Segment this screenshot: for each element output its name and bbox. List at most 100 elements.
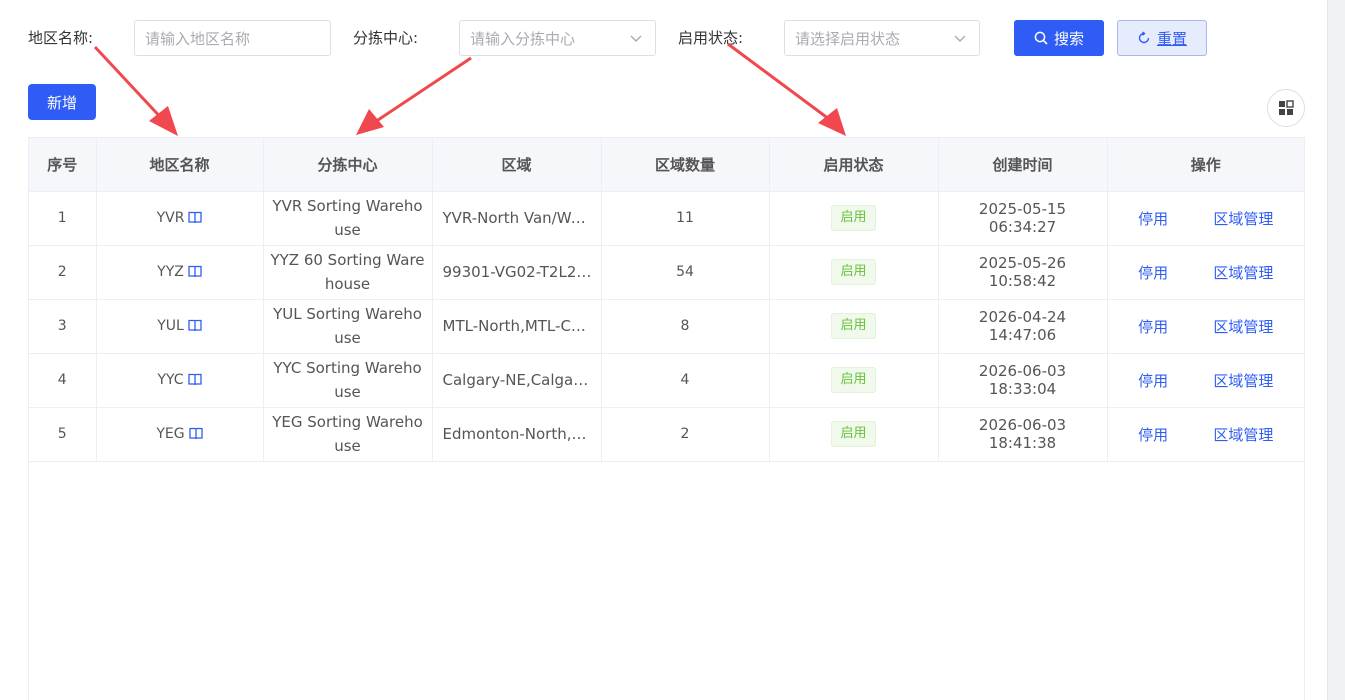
annotation-arrowhead	[356, 109, 384, 135]
center-label: 分拣中心:	[353, 29, 419, 47]
row-status: 启用	[769, 191, 939, 246]
chevron-down-icon	[954, 35, 966, 42]
page-scrollbar-gutter	[1327, 0, 1345, 700]
book-icon[interactable]	[187, 373, 202, 386]
status-badge: 启用	[831, 367, 876, 393]
row-created: 2026-06-03 18:33:04	[938, 353, 1108, 408]
table-row: 2 YYZ YYZ 60 Sorting Warehouse 99301-VG0…	[29, 245, 1304, 300]
data-table: 序号 地区名称 分拣中心 区域 区域数量 启用状态 创建时间 操作 1 YVR …	[28, 137, 1305, 700]
header-region-count: 区域数量	[601, 138, 770, 192]
book-icon[interactable]	[188, 427, 203, 440]
search-button[interactable]: 搜索	[1014, 20, 1104, 56]
header-actions: 操作	[1107, 138, 1304, 192]
book-icon[interactable]	[188, 265, 202, 278]
table-row: 4 YYC YYC Sorting Warehouse Calgary-NE,C…	[29, 353, 1304, 408]
annotation-arrowhead	[149, 106, 178, 136]
manage-region-link[interactable]: 区域管理	[1213, 370, 1273, 391]
row-center: YVR Sorting Warehouse	[263, 191, 433, 246]
status-badge: 启用	[831, 205, 876, 231]
row-actions: 停用 区域管理	[1107, 245, 1304, 300]
center-select[interactable]: 请输入分拣中心	[459, 20, 656, 56]
row-created: 2026-06-03 18:41:38	[938, 407, 1108, 462]
row-region-name: YVR	[96, 191, 264, 246]
row-created: 2025-05-15 06:34:27	[938, 191, 1108, 246]
row-index: 3	[29, 299, 97, 354]
row-actions: 停用 区域管理	[1107, 353, 1304, 408]
disable-link[interactable]: 停用	[1138, 208, 1168, 229]
grid-icon	[1279, 100, 1294, 115]
manage-region-link[interactable]: 区域管理	[1213, 316, 1273, 337]
add-button[interactable]: 新增	[28, 84, 96, 120]
region-code: YUL	[157, 318, 184, 334]
column-settings-button[interactable]	[1267, 89, 1305, 127]
row-region: YVR-North Van/We...	[432, 191, 602, 246]
disable-link[interactable]: 停用	[1138, 370, 1168, 391]
row-actions: 停用 区域管理	[1107, 299, 1304, 354]
search-button-label: 搜索	[1053, 29, 1084, 48]
region-code: YYC	[157, 372, 184, 388]
row-region: Calgary-NE,Calgary...	[432, 353, 602, 408]
manage-region-link[interactable]: 区域管理	[1213, 262, 1273, 283]
disable-link[interactable]: 停用	[1138, 262, 1168, 283]
row-status: 启用	[769, 299, 939, 354]
row-actions: 停用 区域管理	[1107, 191, 1304, 246]
annotation-arrow	[371, 56, 472, 126]
row-created: 2026-04-24 14:47:06	[938, 299, 1108, 354]
row-count: 4	[601, 353, 770, 408]
refresh-icon	[1138, 31, 1150, 44]
annotation-arrow	[93, 45, 167, 124]
disable-link[interactable]: 停用	[1138, 316, 1168, 337]
region-code: YEG	[156, 426, 185, 442]
row-status: 启用	[769, 245, 939, 300]
region-name-placeholder: 请输入地区名称	[145, 30, 251, 48]
search-icon	[1034, 31, 1048, 45]
manage-region-link[interactable]: 区域管理	[1213, 208, 1273, 229]
row-status: 启用	[769, 353, 939, 408]
row-count: 11	[601, 191, 770, 246]
table-row: 1 YVR YVR Sorting Warehouse YVR-North Va…	[29, 191, 1304, 246]
header-status: 启用状态	[769, 138, 939, 192]
table-row: 5 YEG YEG Sorting Warehouse Edmonton-Nor…	[29, 407, 1304, 462]
reset-button[interactable]: 重置	[1117, 20, 1207, 56]
header-region: 区域	[432, 138, 602, 192]
row-actions: 停用 区域管理	[1107, 407, 1304, 462]
annotation-arrowhead	[818, 108, 846, 136]
row-status: 启用	[769, 407, 939, 462]
manage-region-link[interactable]: 区域管理	[1213, 424, 1273, 445]
row-count: 2	[601, 407, 770, 462]
status-placeholder: 请选择启用状态	[795, 30, 901, 48]
status-badge: 启用	[831, 259, 876, 285]
row-region-name: YUL	[96, 299, 264, 354]
row-region-name: YEG	[96, 407, 264, 462]
region-name-input[interactable]: 请输入地区名称	[134, 20, 331, 56]
row-region-name: YYZ	[96, 245, 264, 300]
row-region: 99301-VG02-T2L21,...	[432, 245, 602, 300]
chevron-down-icon	[630, 35, 642, 42]
disable-link[interactable]: 停用	[1138, 424, 1168, 445]
row-center: YYZ 60 Sorting Warehouse	[263, 245, 433, 300]
row-index: 5	[29, 407, 97, 462]
row-region-name: YYC	[96, 353, 264, 408]
row-index: 1	[29, 191, 97, 246]
row-created: 2025-05-26 10:58:42	[938, 245, 1108, 300]
center-placeholder: 请输入分拣中心	[470, 30, 576, 48]
reset-button-label: 重置	[1156, 29, 1187, 48]
book-icon[interactable]	[188, 211, 203, 224]
book-icon[interactable]	[188, 319, 202, 332]
row-center: YYC Sorting Warehouse	[263, 353, 433, 408]
row-count: 8	[601, 299, 770, 354]
row-index: 2	[29, 245, 97, 300]
status-select[interactable]: 请选择启用状态	[784, 20, 980, 56]
header-center: 分拣中心	[263, 138, 433, 192]
status-badge: 启用	[831, 313, 876, 339]
region-code: YYZ	[157, 264, 184, 280]
row-region: Edmonton-North,E...	[432, 407, 602, 462]
status-label: 启用状态:	[678, 29, 744, 47]
row-center: YEG Sorting Warehouse	[263, 407, 433, 462]
header-index: 序号	[29, 138, 97, 192]
region-code: YVR	[156, 210, 185, 226]
row-center: YUL Sorting Warehouse	[263, 299, 433, 354]
row-count: 54	[601, 245, 770, 300]
table-row: 3 YUL YUL Sorting Warehouse MTL-North,MT…	[29, 299, 1304, 354]
table-header-row: 序号 地区名称 分拣中心 区域 区域数量 启用状态 创建时间 操作	[29, 138, 1304, 192]
